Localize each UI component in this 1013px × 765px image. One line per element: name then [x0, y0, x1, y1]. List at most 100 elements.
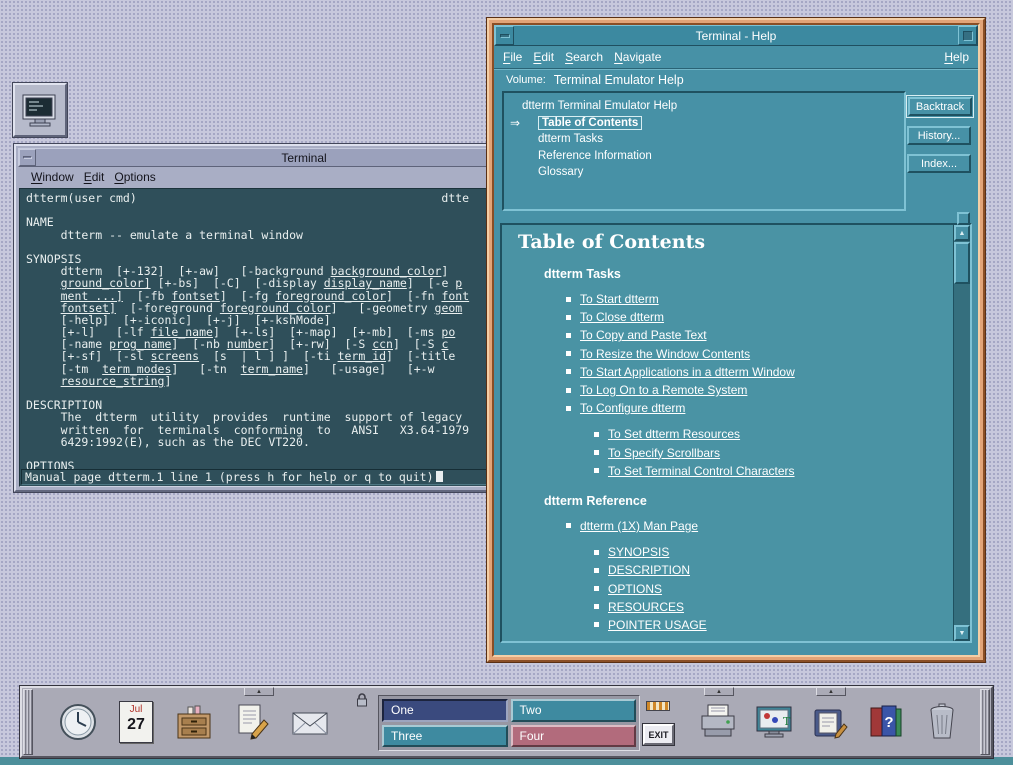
- help-link[interactable]: OPTIONS: [594, 579, 953, 597]
- menu-window[interactable]: Window: [31, 170, 74, 184]
- style-manager-icon[interactable]: T: [746, 693, 802, 751]
- pager-status-text: Manual page dtterm.1 line 1 (press h for…: [25, 470, 434, 484]
- window-menu-button[interactable]: [495, 26, 514, 45]
- workspace-three[interactable]: Three: [382, 724, 508, 747]
- bullet-icon: [594, 450, 599, 456]
- workspace-switch: One Two Three Four: [378, 695, 640, 751]
- tree-item[interactable]: Glossary: [504, 164, 904, 181]
- help-menubar: File Edit Search Navigate Help: [494, 46, 978, 69]
- printer-device-icon: [701, 704, 735, 737]
- menu-file[interactable]: File: [503, 50, 522, 64]
- tree-item[interactable]: dtterm Terminal Emulator Help: [504, 98, 904, 115]
- workspace-two[interactable]: Two: [510, 699, 636, 722]
- calendar-icon[interactable]: Jul 27: [108, 693, 164, 751]
- help-content-pane: Table of Contents dtterm Tasks To Start d…: [500, 223, 972, 643]
- help-link[interactable]: To Log On to a Remote System: [566, 381, 953, 399]
- help-link[interactable]: To Set Terminal Control Characters: [594, 462, 953, 480]
- bullet-icon: [594, 586, 599, 592]
- bullet-icon: [566, 387, 571, 393]
- clock-face-icon: [60, 704, 96, 740]
- style-monitor-icon: T: [756, 706, 792, 738]
- app-pad-icon: [814, 709, 848, 739]
- volume-row: Volume: Terminal Emulator Help: [494, 69, 978, 91]
- menu-edit[interactable]: Edit: [533, 50, 554, 64]
- content-title: Table of Contents: [518, 231, 706, 253]
- help-link[interactable]: To Set dtterm Resources: [594, 425, 953, 443]
- help-link[interactable]: POINTER USAGE: [594, 616, 953, 634]
- text-cursor: [435, 471, 443, 482]
- trash-icon[interactable]: [914, 693, 970, 751]
- text-editor-icon[interactable]: [224, 693, 280, 751]
- bullet-icon: [594, 468, 599, 474]
- backtrack-button[interactable]: Backtrack: [908, 97, 972, 116]
- trash-can-icon: [930, 703, 954, 739]
- help-link[interactable]: To Start Applications in a dtterm Window: [566, 363, 953, 381]
- workspace-one[interactable]: One: [382, 699, 508, 722]
- panel-move-handle-right[interactable]: [980, 689, 990, 755]
- topic-tree: dtterm Terminal Emulator Help ⇒ Table of C…: [502, 91, 906, 211]
- front-panel: Jul 27 ▲ One Two Three Four EXIT T ? ▲ ▲: [19, 685, 994, 759]
- mail-icon[interactable]: [282, 693, 338, 751]
- lock-icon[interactable]: [355, 692, 369, 713]
- help-link[interactable]: SYNOPSIS: [594, 543, 953, 561]
- help-link[interactable]: To Specify Scrollbars: [594, 444, 953, 462]
- exit-button[interactable]: EXIT: [642, 723, 675, 746]
- menu-navigate[interactable]: Navigate: [614, 50, 661, 64]
- volume-label: Volume:: [506, 74, 546, 86]
- scroll-up-arrow[interactable]: ▲: [954, 225, 970, 241]
- help-link[interactable]: To Configure dtterm: [566, 399, 953, 417]
- bullet-icon: [566, 523, 571, 529]
- applications-icon[interactable]: [802, 693, 858, 751]
- history-button[interactable]: History...: [907, 126, 971, 145]
- file-cabinet-icon: [177, 705, 211, 739]
- help-link[interactable]: DESCRIPTION: [594, 561, 953, 579]
- window-menu-icon: [499, 33, 510, 38]
- workspace-four[interactable]: Four: [510, 724, 636, 747]
- section-heading: dtterm Reference: [544, 493, 647, 508]
- section-heading: dtterm Tasks: [544, 267, 621, 281]
- tree-item[interactable]: dtterm Tasks: [504, 131, 904, 148]
- pane-resize-sash[interactable]: [957, 212, 970, 225]
- help-link[interactable]: To Resize the Window Contents: [566, 345, 953, 363]
- help-buttons: Backtrack History... Index...: [906, 95, 974, 174]
- bullet-icon: [566, 405, 571, 411]
- menu-search[interactable]: Search: [565, 50, 603, 64]
- help-manager-icon[interactable]: ?: [858, 693, 914, 751]
- calendar-day: 27: [127, 716, 145, 733]
- scrollbar-thumb[interactable]: [954, 242, 970, 284]
- help-link[interactable]: dtterm (1X) Man Page: [566, 517, 953, 535]
- menu-options[interactable]: Options: [114, 170, 155, 184]
- busy-light: [646, 701, 670, 711]
- envelope-icon: [292, 712, 328, 735]
- terminal-monitor-icon: [22, 94, 56, 127]
- maximize-icon: [962, 30, 973, 41]
- printer-icon[interactable]: [690, 693, 746, 751]
- menu-help[interactable]: Help: [944, 50, 969, 64]
- help-link[interactable]: To Copy and Paste Text: [566, 326, 953, 344]
- bullet-icon: [594, 604, 599, 610]
- help-top-pane: dtterm Terminal Emulator Help ⇒ Table of C…: [494, 91, 978, 225]
- panel-move-handle-left[interactable]: [23, 689, 33, 755]
- file-manager-icon[interactable]: [166, 693, 222, 751]
- help-content-body: Table of Contents dtterm Tasks To Start d…: [502, 225, 953, 641]
- help-link[interactable]: RESOURCES: [594, 598, 953, 616]
- subpanel-arrow[interactable]: ▲: [816, 687, 846, 696]
- maximize-button[interactable]: [958, 26, 977, 45]
- subpanel-arrow[interactable]: ▲: [244, 687, 274, 696]
- help-link[interactable]: To Start dtterm: [566, 290, 953, 308]
- tree-item[interactable]: Reference Information: [504, 148, 904, 165]
- tree-item[interactable]: ⇒ Table of Contents: [504, 115, 904, 132]
- vertical-scrollbar[interactable]: ▲ ▼: [953, 225, 970, 641]
- window-menu-button[interactable]: [19, 149, 36, 166]
- index-button[interactable]: Index...: [907, 154, 971, 173]
- help-books-icon: ?: [870, 705, 902, 737]
- note-pencil-icon: [238, 704, 269, 740]
- menu-edit[interactable]: Edit: [84, 170, 105, 184]
- question-mark-glyph: ?: [884, 714, 893, 731]
- terminal-desktop-icon[interactable]: [12, 82, 68, 138]
- subpanel-arrow[interactable]: ▲: [704, 687, 734, 696]
- scroll-down-arrow[interactable]: ▼: [954, 625, 970, 641]
- clock-icon[interactable]: [50, 693, 106, 751]
- help-link[interactable]: To Close dtterm: [566, 308, 953, 326]
- help-titlebar[interactable]: Terminal - Help: [494, 25, 978, 46]
